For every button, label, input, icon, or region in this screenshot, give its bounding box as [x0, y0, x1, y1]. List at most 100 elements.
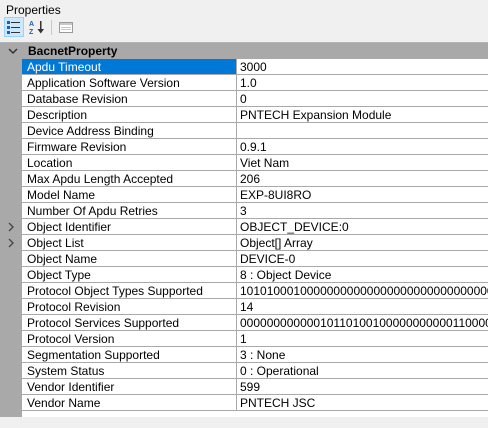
column-divider[interactable]: [236, 363, 237, 379]
property-name: Object Name: [27, 252, 98, 266]
property-value[interactable]: PNTECH Expansion Module: [240, 108, 488, 122]
property-row[interactable]: Vendor Identifier 599: [22, 379, 488, 395]
property-name: Vendor Name: [27, 396, 101, 410]
column-divider[interactable]: [236, 331, 237, 347]
property-name: Segmentation Supported: [27, 348, 160, 362]
property-name: Protocol Object Types Supported: [27, 284, 203, 298]
property-row[interactable]: Firmware Revision 0.9.1: [22, 139, 488, 155]
property-name: Object Identifier: [27, 220, 112, 234]
categorized-icon: [7, 21, 20, 34]
property-row[interactable]: Object List Object[] Array: [22, 235, 488, 251]
property-row[interactable]: Protocol Object Types Supported 101010001…: [22, 283, 488, 299]
property-row[interactable]: Number Of Apdu Retries 3: [22, 203, 488, 219]
property-row[interactable]: Max Apdu Length Accepted 206: [22, 171, 488, 187]
property-value[interactable]: 0: [240, 92, 488, 106]
property-value[interactable]: 3 : None: [240, 348, 488, 362]
column-divider[interactable]: [236, 171, 237, 187]
property-value[interactable]: 3000: [240, 60, 488, 74]
category-header[interactable]: BacnetProperty: [0, 43, 488, 59]
column-divider[interactable]: [236, 155, 237, 171]
chevron-down-icon[interactable]: [8, 46, 18, 56]
panel-title: Properties: [6, 3, 61, 17]
property-row[interactable]: Object Name DEVICE-0: [22, 251, 488, 267]
column-divider[interactable]: [236, 251, 237, 267]
property-value[interactable]: 206: [240, 172, 488, 186]
property-row[interactable]: Apdu Timeout 3000: [22, 59, 488, 75]
property-value[interactable]: 0000000000001011010010000000000011000000: [240, 316, 488, 330]
property-value[interactable]: 0.9.1: [240, 140, 488, 154]
column-divider[interactable]: [236, 91, 237, 107]
column-divider[interactable]: [236, 123, 237, 139]
property-value[interactable]: 1: [240, 332, 488, 346]
property-row[interactable]: Vendor Name PNTECH JSC: [22, 395, 488, 411]
toolbar-separator: [51, 20, 52, 35]
properties-toolbar: A Z: [0, 16, 488, 38]
svg-text:A: A: [29, 21, 34, 28]
property-name: Protocol Revision: [27, 300, 121, 314]
column-divider[interactable]: [236, 299, 237, 315]
property-row[interactable]: Description PNTECH Expansion Module: [22, 107, 488, 123]
column-divider[interactable]: [236, 347, 237, 363]
column-divider[interactable]: [236, 187, 237, 203]
property-value[interactable]: 3: [240, 204, 488, 218]
property-row[interactable]: Model Name EXP-8UI8RO: [22, 187, 488, 203]
property-row[interactable]: Protocol Revision 14: [22, 299, 488, 315]
property-value[interactable]: Object[] Array: [240, 236, 488, 250]
property-value[interactable]: 599: [240, 380, 488, 394]
property-row[interactable]: Object Identifier OBJECT_DEVICE:0: [22, 219, 488, 235]
property-row[interactable]: Application Software Version 1.0: [22, 75, 488, 91]
column-divider[interactable]: [236, 139, 237, 155]
property-value[interactable]: 1.0: [240, 76, 488, 90]
alphabetical-button[interactable]: A Z: [27, 17, 47, 37]
column-divider[interactable]: [236, 283, 237, 299]
property-value[interactable]: 0 : Operational: [240, 364, 488, 378]
column-divider[interactable]: [236, 235, 237, 251]
property-value[interactable]: OBJECT_DEVICE:0: [240, 220, 488, 234]
column-divider[interactable]: [236, 219, 237, 235]
property-name: Protocol Version: [27, 332, 115, 346]
chevron-right-icon[interactable]: [7, 222, 15, 232]
property-name: Apdu Timeout: [27, 60, 102, 74]
property-row[interactable]: Object Type 8 : Object Device: [22, 267, 488, 283]
property-name: Object Type: [27, 268, 91, 282]
property-name: System Status: [27, 364, 105, 378]
property-row[interactable]: System Status 0 : Operational: [22, 363, 488, 379]
property-value[interactable]: Viet Nam: [240, 156, 488, 170]
property-row[interactable]: Segmentation Supported 3 : None: [22, 347, 488, 363]
property-name: Application Software Version: [27, 76, 180, 90]
property-name: Protocol Services Supported: [27, 316, 180, 330]
property-value[interactable]: 8 : Object Device: [240, 268, 488, 282]
property-value[interactable]: DEVICE-0: [240, 252, 488, 266]
property-pages-icon: [59, 22, 73, 33]
column-divider[interactable]: [236, 315, 237, 331]
property-name: Description: [27, 108, 88, 122]
column-divider[interactable]: [236, 267, 237, 283]
property-name: Max Apdu Length Accepted: [27, 172, 174, 186]
property-name: Model Name: [27, 188, 96, 202]
property-pages-button[interactable]: [56, 17, 76, 37]
property-row[interactable]: Protocol Services Supported 0000000000001…: [22, 315, 488, 331]
property-name: Firmware Revision: [27, 140, 127, 154]
property-value[interactable]: PNTECH JSC: [240, 396, 488, 410]
column-divider[interactable]: [236, 395, 237, 411]
property-value[interactable]: EXP-8UI8RO: [240, 188, 488, 202]
property-row[interactable]: Device Address Binding: [22, 123, 488, 139]
property-value[interactable]: 1010100010000000000000000000000000000000: [240, 284, 488, 298]
chevron-right-icon[interactable]: [7, 238, 15, 248]
property-name: Vendor Identifier: [27, 380, 115, 394]
column-divider[interactable]: [236, 379, 237, 395]
column-divider[interactable]: [236, 59, 237, 75]
property-grid[interactable]: BacnetProperty Apdu Timeout 3000 Applicati…: [0, 42, 488, 418]
property-name: Location: [27, 156, 73, 170]
panel-footer: [0, 417, 488, 428]
categorized-button[interactable]: [4, 17, 24, 37]
property-row[interactable]: Database Revision 0: [22, 91, 488, 107]
svg-text:Z: Z: [29, 29, 34, 35]
property-name: Number Of Apdu Retries: [27, 204, 158, 218]
property-row[interactable]: Location Viet Nam: [22, 155, 488, 171]
property-value[interactable]: 14: [240, 300, 488, 314]
column-divider[interactable]: [236, 75, 237, 91]
column-divider[interactable]: [236, 203, 237, 219]
column-divider[interactable]: [236, 107, 237, 123]
property-row[interactable]: Protocol Version 1: [22, 331, 488, 347]
